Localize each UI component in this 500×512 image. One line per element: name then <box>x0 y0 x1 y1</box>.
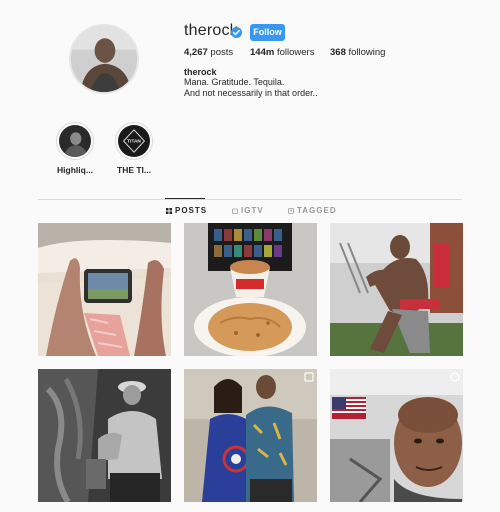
tab-posts[interactable]: POSTS <box>166 206 207 215</box>
titan-logo-icon: TITAN <box>118 125 150 157</box>
tab-posts-label: POSTS <box>175 206 208 215</box>
tab-igtv[interactable]: IGTV <box>232 206 264 215</box>
followers-label: followers <box>276 47 315 58</box>
avatar-photo <box>71 26 137 92</box>
post-tile[interactable] <box>330 223 463 356</box>
post-2-image <box>184 223 317 356</box>
following-stat[interactable]: 368 following <box>330 47 385 58</box>
posts-stat: 4,267 posts <box>184 47 233 58</box>
post-4-image <box>38 369 171 502</box>
active-tab-indicator <box>165 198 205 199</box>
posts-count: 4,267 <box>184 47 208 58</box>
following-label: following <box>348 47 386 58</box>
tabs-divider <box>38 199 462 200</box>
highlight-2-label: THE TI... <box>117 165 151 175</box>
titan-logo-text: TITAN <box>127 139 141 145</box>
tab-tagged[interactable]: TAGGED <box>288 206 337 215</box>
verified-badge-icon <box>231 27 242 38</box>
post-tile[interactable] <box>184 223 317 356</box>
bio-line-1: Mana. Gratitude. Tequila. <box>184 77 285 87</box>
grid-icon <box>166 207 172 214</box>
following-count: 368 <box>330 47 346 58</box>
highlight-1[interactable] <box>56 122 94 160</box>
tab-tagged-label: TAGGED <box>297 206 337 215</box>
post-5-image <box>184 369 317 502</box>
full-name: therock <box>184 67 217 77</box>
post-tile[interactable] <box>184 369 317 502</box>
post-tile[interactable] <box>330 369 463 502</box>
post-1-image <box>38 223 171 356</box>
tab-igtv-label: IGTV <box>241 206 264 215</box>
post-6-image <box>330 369 463 502</box>
highlight-cover-photo <box>59 125 91 157</box>
follow-button[interactable]: Follow <box>250 24 285 41</box>
tag-icon <box>288 207 294 214</box>
followers-count: 144m <box>250 47 275 58</box>
profile-avatar[interactable] <box>69 24 139 94</box>
followers-stat[interactable]: 144m followers <box>250 47 314 58</box>
posts-label: posts <box>210 47 234 58</box>
username-title: therock <box>184 22 238 39</box>
igtv-icon <box>232 208 238 214</box>
highlight-2[interactable]: TITAN <box>115 122 153 160</box>
post-tile[interactable] <box>38 223 171 356</box>
post-3-image <box>330 223 463 356</box>
bio-line-2: And not necessarily in that order.. <box>184 88 318 98</box>
highlight-1-label: Highliq... <box>57 165 93 175</box>
post-tile[interactable] <box>38 369 171 502</box>
